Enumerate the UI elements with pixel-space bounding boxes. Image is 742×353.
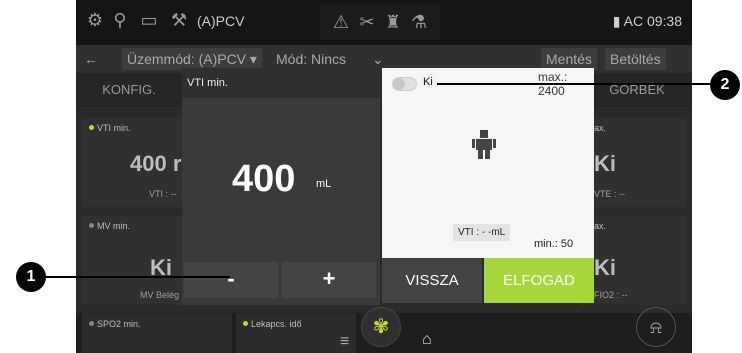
sub-mode-selector[interactable]: Mód: Nincs bbox=[276, 51, 346, 67]
status-bar: ⚙ ⚲ ▭ ⚒ (A)PCV ⚠ ✂ ♜ ⚗ ▮ AC 09:38 bbox=[76, 0, 692, 45]
dialog-info-panel: Ki max.: 2400 VTI : - -mL min.: 50 bbox=[382, 68, 594, 258]
tile-label: MV min. bbox=[89, 221, 130, 231]
patient-icon bbox=[472, 130, 496, 159]
sensor-icon: ⚗ bbox=[410, 12, 428, 32]
patient-icon: ⚒ bbox=[170, 10, 188, 30]
battery-icon: ▮ bbox=[612, 13, 624, 29]
back-button[interactable]: VISSZA bbox=[382, 258, 482, 303]
clock: ▮ AC 09:38 bbox=[613, 13, 682, 30]
tile-label: SPO2 min. bbox=[89, 319, 141, 329]
clock-text: AC 09:38 bbox=[623, 13, 682, 29]
callout-2: 2 bbox=[710, 70, 740, 100]
fan-icon[interactable]: ✾ bbox=[361, 307, 401, 347]
callout-line-2 bbox=[437, 83, 724, 85]
hand-icon: ⚙ bbox=[86, 10, 104, 30]
tile-lekapcs[interactable]: Lekapcs. idő bbox=[236, 313, 356, 353]
callout-1: 1 bbox=[16, 262, 46, 292]
tile-max-top[interactable]: ax. Ki VTE : -- bbox=[582, 117, 686, 207]
back-arrow-icon[interactable]: ← bbox=[84, 51, 98, 67]
tile-sub: FIO2 : -- bbox=[594, 290, 628, 300]
tile-sub: MV Belég bbox=[140, 290, 180, 300]
tab-config[interactable]: KONFIG. bbox=[76, 73, 182, 107]
tile-label: VTI min. bbox=[89, 123, 131, 133]
tile-label: Lekapcs. idő bbox=[243, 319, 302, 329]
tile-value: Ki bbox=[594, 255, 616, 280]
vti-measurement: VTI : - -mL bbox=[453, 224, 511, 241]
save-button[interactable]: Mentés bbox=[541, 48, 597, 70]
tile-sub: VTE : -- bbox=[594, 189, 625, 199]
menu-icon[interactable]: ≡ bbox=[340, 333, 349, 351]
tile-label: ax. bbox=[594, 221, 607, 231]
tile-max-bottom[interactable]: ax. Ki FIO2 : -- bbox=[582, 215, 686, 305]
tools-icon: ✂ bbox=[359, 12, 375, 32]
ventilator-icon: ▭ bbox=[140, 10, 158, 30]
patient-icon: ♜ bbox=[384, 12, 402, 32]
dialog-title: VTI min. bbox=[182, 68, 380, 98]
callout-line-1 bbox=[30, 276, 230, 278]
increment-button[interactable]: + bbox=[282, 262, 376, 298]
tile-spo2[interactable]: SPO2 min. bbox=[82, 313, 232, 353]
mode-selector-label: Üzemmód: (A)PCV bbox=[127, 51, 247, 67]
tile-mv-min[interactable]: MV min. Ki MV Belég bbox=[82, 215, 192, 305]
accept-button[interactable]: ELFOGAD bbox=[484, 258, 594, 303]
alarm-indicator-box[interactable]: ⚠ ✂ ♜ ⚗ bbox=[320, 4, 440, 40]
alarm-bell-icon[interactable]: ⍾ bbox=[636, 307, 676, 347]
sub-mode-label: Mód: Nincs bbox=[276, 51, 347, 67]
load-button[interactable]: Betöltés bbox=[605, 48, 666, 70]
dialog-value: 400 bbox=[232, 158, 296, 200]
tile-value: 400 r bbox=[130, 151, 182, 176]
tile-value: Ki bbox=[594, 151, 616, 176]
toggle-label: Ki bbox=[423, 76, 433, 88]
tile-label: ax. bbox=[594, 123, 607, 133]
mode-selector[interactable]: Üzemmód: (A)PCV ▾ bbox=[122, 48, 262, 70]
warning-icon: ⚠ bbox=[332, 12, 350, 32]
tile-sub: VTI : -- bbox=[149, 189, 177, 199]
dialog-unit: mL bbox=[316, 178, 332, 190]
tile-vti-min[interactable]: VTI min. 400 r VTI : -- bbox=[82, 117, 192, 207]
bottom-bar: SPO2 min. Lekapcs. idő ≡ ✾ ⌂ ⍾ bbox=[76, 307, 692, 353]
enable-toggle[interactable] bbox=[392, 77, 417, 91]
chevron-down-icon[interactable]: ⌄ bbox=[372, 51, 384, 68]
sensor-icon: ⚲ bbox=[113, 10, 127, 30]
ventilation-mode: (A)PCV bbox=[197, 13, 245, 29]
decrement-button[interactable]: - bbox=[184, 262, 278, 298]
tab-curves[interactable]: GÖRBÉK bbox=[582, 73, 692, 107]
home-icon[interactable]: ⌂ bbox=[422, 331, 432, 349]
min-limit: min.: 50 bbox=[534, 238, 574, 250]
